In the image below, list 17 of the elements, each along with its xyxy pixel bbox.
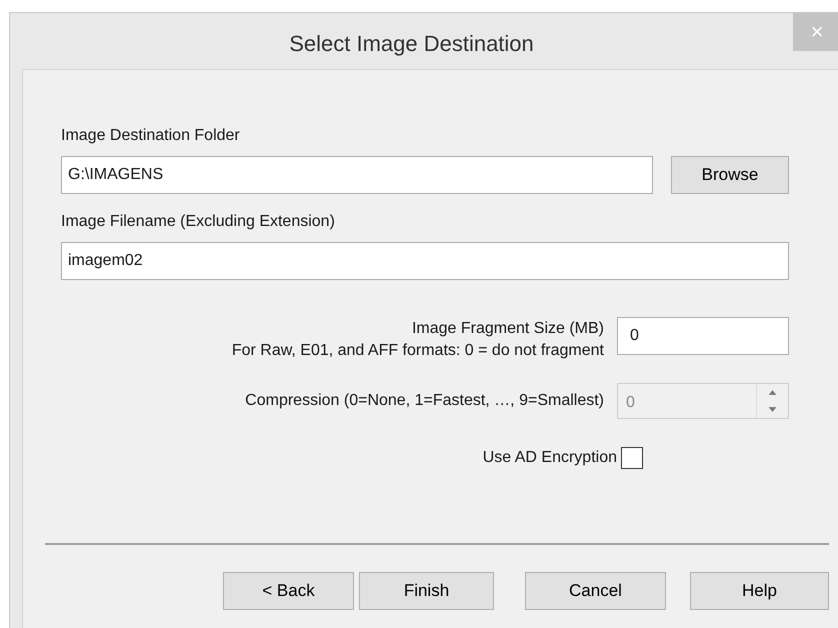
field-label: Image Filename (Excluding Extension) [61, 212, 336, 232]
folder-field[interactable]: G:\IMAGENS [61, 156, 653, 194]
window-title: Select Image Destination [288, 30, 535, 58]
field-label: Image Destination Folder [61, 126, 241, 146]
finish-button[interactable]: Finish [359, 572, 494, 610]
fragment-size-label: Image Fragment Size (MB) [412, 319, 604, 339]
fragment-size-field[interactable]: 0 [617, 317, 789, 355]
filename-field[interactable]: imagem02 [61, 242, 789, 280]
compression-label: Compression (0=None, 1=Fastest, …, 9=Smallest) [244, 391, 604, 411]
encryption-label: Use AD Encryption [482, 448, 617, 468]
encryption-checkbox[interactable] [621, 447, 643, 469]
back-button[interactable]: < Back [223, 572, 354, 610]
help-button[interactable]: Help [690, 572, 829, 610]
cancel-button[interactable]: Cancel [525, 572, 666, 610]
browse-button[interactable]: Browse [671, 156, 789, 194]
fragment-hint: For Raw, E01, and AFF formats: 0 = do not fragment [232, 341, 604, 361]
compression-value: 0 [625, 393, 636, 413]
